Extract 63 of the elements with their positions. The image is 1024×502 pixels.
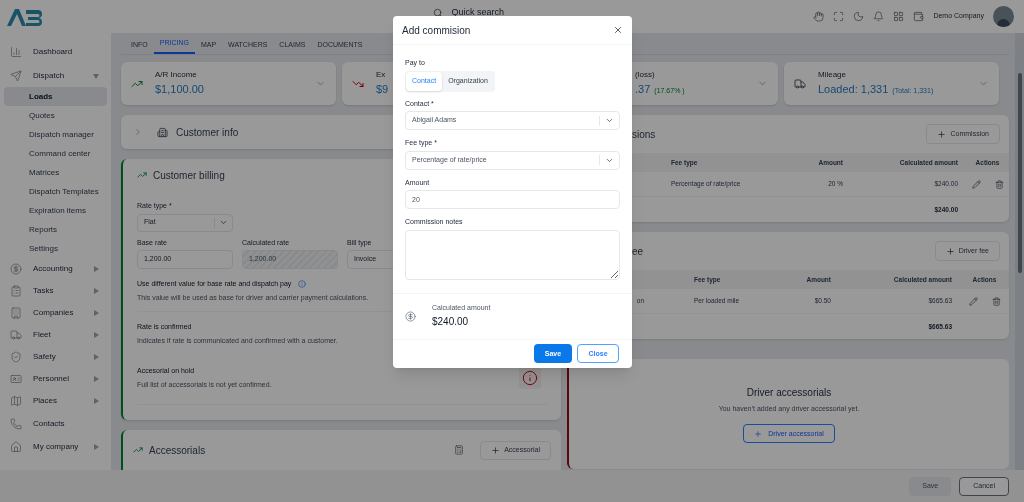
sidebar-item[interactable]: Safety (4, 346, 107, 368)
caret-right-icon (94, 376, 99, 382)
hand-icon[interactable] (813, 11, 825, 22)
sidebar-item[interactable]: Accounting (4, 258, 107, 280)
sidebar-item[interactable]: Dashboard (4, 41, 107, 63)
sidebar-item[interactable]: Personnel (4, 368, 107, 390)
bell-icon[interactable] (873, 11, 885, 22)
notes-field[interactable] (405, 229, 620, 280)
sidebar-subitem[interactable]: Expiration items (4, 201, 107, 220)
delete-icon[interactable] (991, 296, 1001, 306)
stat-card: A/R Income $1,100.00 (121, 62, 336, 105)
calculator-icon[interactable] (454, 445, 465, 455)
sidebar-item[interactable]: Companies (4, 302, 107, 324)
alert-button[interactable] (519, 367, 541, 389)
delete-icon[interactable] (994, 179, 1004, 189)
moon-icon[interactable] (853, 11, 865, 22)
sidebar-subitem[interactable]: Dispatch Templates (4, 182, 107, 201)
sidebar-subitem[interactable]: Command center (4, 144, 107, 163)
avatar[interactable] (993, 6, 1014, 27)
caret-right-icon (94, 266, 99, 272)
trend-up-icon (133, 445, 143, 455)
sidebar-subitem[interactable]: Matrices (4, 163, 107, 182)
sidebar-item[interactable]: My company (4, 435, 107, 458)
edit-icon[interactable] (968, 296, 978, 306)
chevron-down-icon (605, 116, 614, 125)
chevron-down-icon (219, 218, 228, 227)
plus-icon (754, 429, 763, 438)
caret-right-icon (94, 332, 99, 338)
sidebar-subitem[interactable]: Quotes (4, 106, 107, 125)
sidebar-item[interactable]: Contacts (4, 412, 107, 435)
logo (6, 6, 44, 27)
plus-icon (937, 129, 947, 139)
info-icon (522, 370, 538, 386)
fullscreen-icon[interactable] (833, 11, 845, 22)
caret-right-icon (94, 354, 99, 360)
edit-icon[interactable] (971, 179, 981, 189)
plus-icon (945, 246, 955, 256)
plus-icon (491, 445, 501, 455)
wallet-icon[interactable] (913, 11, 925, 22)
sidebar-subitem[interactable]: Loads (4, 87, 107, 106)
search-icon (433, 7, 444, 18)
caret-down-icon (93, 73, 99, 79)
trend-up-icon (137, 170, 147, 180)
sidebar-subitem[interactable]: Reports (4, 220, 107, 239)
chevron-right-icon (133, 127, 143, 137)
sidebar-subitem[interactable]: Settings (4, 239, 107, 258)
caret-right-icon (94, 288, 99, 294)
scrollbar[interactable] (1015, 33, 1024, 470)
caret-right-icon (94, 398, 99, 404)
dialog-title: Add commision (402, 23, 472, 38)
building-icon (157, 126, 168, 138)
dollar-icon (405, 310, 416, 322)
sidebar-item[interactable]: Fleet (4, 324, 107, 346)
caret-right-icon (94, 310, 99, 316)
grid-icon[interactable] (893, 11, 905, 22)
sidebar-item[interactable]: Dispatch (4, 65, 107, 87)
sidebar-item[interactable]: Tasks (4, 280, 107, 302)
info-icon (298, 280, 307, 289)
sidebar-subitem[interactable]: Dispatch manager (4, 125, 107, 144)
caret-right-icon (94, 443, 99, 450)
sidebar-item[interactable]: Places (4, 390, 107, 412)
close-icon[interactable] (613, 25, 623, 35)
truck-icon (794, 77, 806, 90)
